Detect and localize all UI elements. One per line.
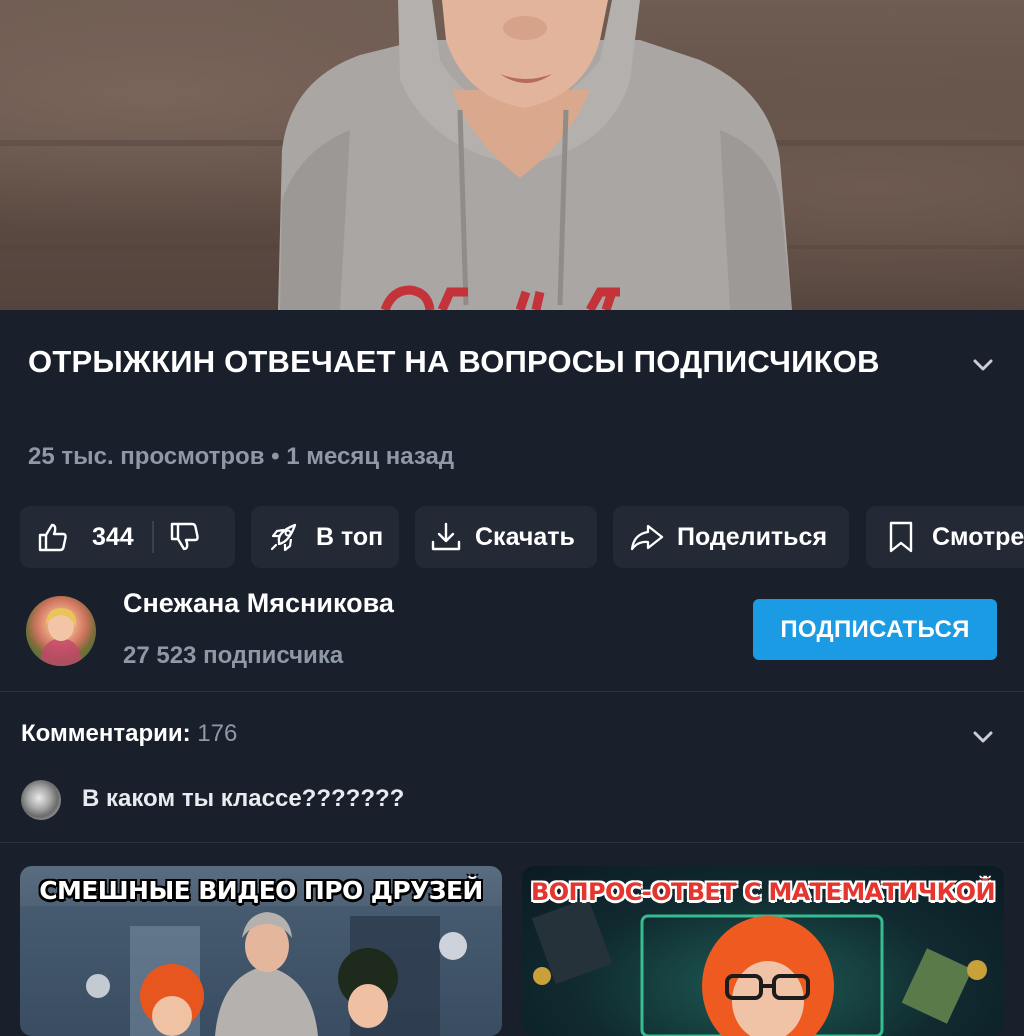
comment-author-avatar[interactable] bbox=[21, 780, 61, 820]
divider bbox=[0, 842, 1024, 843]
avatar-image bbox=[40, 608, 82, 666]
recommended-video-thumbnail[interactable]: СМЕШНЫЕ ВИДЕО ПРО ДРУЗЕЙ bbox=[20, 866, 502, 1036]
comment-preview-text[interactable]: В каком ты классе??????? bbox=[82, 785, 404, 813]
like-dislike-group: 344 bbox=[20, 506, 235, 568]
promote-label: В топ bbox=[316, 522, 384, 551]
watch-later-button[interactable]: Смотреть позже bbox=[866, 506, 1024, 568]
share-label: Поделиться bbox=[677, 522, 828, 551]
video-title: ОТРЫЖКИН ОТВЕЧАЕТ НА ВОПРОСЫ ПОДПИСЧИКОВ bbox=[28, 344, 880, 379]
recommended-video-thumbnail[interactable]: ВОПРОС-ОТВЕТ С МАТЕМАТИЧКОЙ bbox=[522, 866, 1004, 1036]
like-divider bbox=[151, 521, 154, 553]
channel-name[interactable]: Снежана Мясникова bbox=[123, 588, 394, 619]
download-label: Скачать bbox=[475, 522, 575, 551]
like-count[interactable]: 344 bbox=[92, 523, 134, 552]
video-meta: 25 тыс. просмотров • 1 месяц назад bbox=[28, 443, 455, 470]
thumbs-down-icon[interactable] bbox=[168, 520, 202, 554]
channel-subscribers: 27 523 подписчика bbox=[123, 642, 344, 669]
comments-label: Комментарии: bbox=[21, 720, 191, 747]
promote-button[interactable]: В топ bbox=[251, 506, 399, 568]
divider bbox=[0, 691, 1024, 692]
download-button[interactable]: Скачать bbox=[415, 506, 597, 568]
thumbs-up-icon[interactable] bbox=[36, 520, 70, 554]
thumbnail-caption: ВОПРОС-ОТВЕТ С МАТЕМАТИЧКОЙ bbox=[531, 878, 996, 906]
thumbnail-caption: СМЕШНЫЕ ВИДЕО ПРО ДРУЗЕЙ bbox=[39, 876, 483, 905]
chevron-down-icon[interactable] bbox=[968, 350, 998, 380]
subscribe-button[interactable]: ПОДПИСАТЬСЯ bbox=[753, 599, 997, 660]
bookmark-icon bbox=[889, 521, 913, 553]
share-button[interactable]: Поделиться bbox=[613, 506, 849, 568]
channel-avatar[interactable] bbox=[26, 596, 96, 666]
comments-header[interactable]: Комментарии: 176 bbox=[21, 720, 237, 748]
watch-later-label: Смотреть позже bbox=[932, 522, 1024, 551]
rocket-icon bbox=[270, 523, 297, 552]
video-player[interactable] bbox=[0, 0, 1024, 310]
share-arrow-icon bbox=[630, 524, 664, 551]
comments-count: 176 bbox=[197, 720, 238, 747]
chevron-down-icon[interactable] bbox=[968, 722, 998, 752]
download-icon bbox=[431, 522, 461, 551]
video-frame-image bbox=[0, 0, 1024, 310]
